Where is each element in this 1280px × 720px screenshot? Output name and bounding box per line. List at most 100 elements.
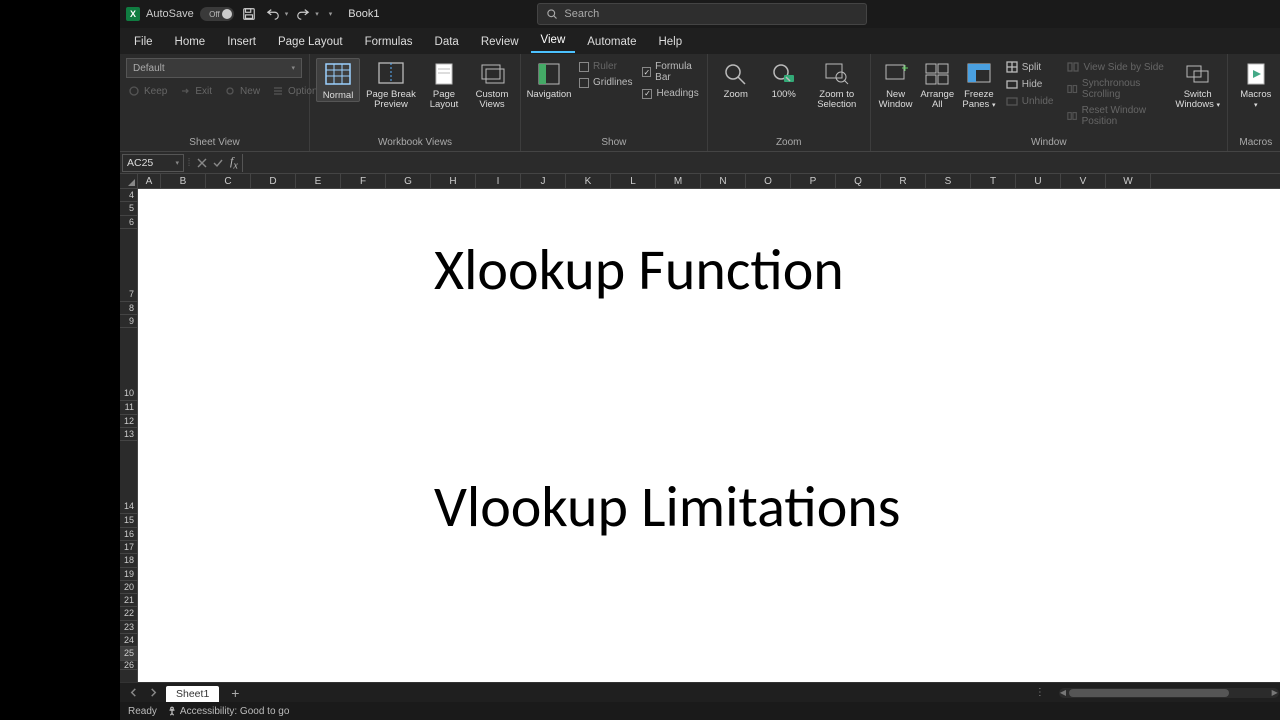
keep-button[interactable]: Keep	[126, 84, 169, 98]
menu-automate[interactable]: Automate	[577, 32, 646, 53]
col-header-W[interactable]: W	[1106, 174, 1151, 188]
save-icon[interactable]	[240, 5, 258, 23]
redo-icon[interactable]	[294, 5, 312, 23]
col-header-P[interactable]: P	[791, 174, 836, 188]
menu-formulas[interactable]: Formulas	[355, 32, 423, 53]
column-headers[interactable]: ABCDEFGHIJKLMNOPQRSTUVW	[138, 174, 1280, 189]
fx-icon[interactable]: fx	[230, 154, 238, 171]
row-header-19[interactable]: 19	[120, 568, 137, 581]
row-header-8[interactable]: 8	[120, 302, 137, 315]
page-break-preview-button[interactable]: Page Break Preview	[364, 58, 418, 111]
menu-file[interactable]: File	[124, 32, 163, 53]
col-header-G[interactable]: G	[386, 174, 431, 188]
col-header-B[interactable]: B	[161, 174, 206, 188]
navigation-button[interactable]: Navigation	[527, 58, 571, 100]
page-layout-button[interactable]: Page Layout	[422, 58, 466, 111]
normal-view-button[interactable]: Normal	[316, 58, 360, 102]
ruler-checkbox[interactable]: Ruler	[577, 60, 634, 73]
col-header-T[interactable]: T	[971, 174, 1016, 188]
col-header-Q[interactable]: Q	[836, 174, 881, 188]
menu-page-layout[interactable]: Page Layout	[268, 32, 353, 53]
tab-scroll-left-icon[interactable]	[126, 686, 140, 700]
scrollbar-thumb[interactable]	[1069, 689, 1229, 697]
row-header-22[interactable]: 22	[120, 607, 137, 620]
tab-scroll-right-icon[interactable]	[146, 686, 160, 700]
row-header-18[interactable]: 18	[120, 554, 137, 567]
arrange-all-button[interactable]: Arrange All	[918, 58, 956, 111]
enter-formula-icon[interactable]	[210, 155, 226, 171]
row-header-23[interactable]: 23	[120, 621, 137, 634]
switch-windows-button[interactable]: Switch Windows ▾	[1175, 58, 1221, 111]
menu-review[interactable]: Review	[471, 32, 529, 53]
menu-data[interactable]: Data	[425, 32, 469, 53]
custom-views-button[interactable]: Custom Views	[470, 58, 514, 111]
split-button[interactable]: Split	[1004, 60, 1056, 74]
exit-button[interactable]: Exit	[177, 84, 214, 98]
row-header-5[interactable]: 5	[120, 202, 137, 215]
row-header-15[interactable]: 15	[120, 514, 137, 527]
sync-scrolling-button[interactable]: Synchronous Scrolling	[1065, 77, 1170, 101]
row-header-9[interactable]: 9	[120, 315, 137, 328]
row-header-10[interactable]: 10	[120, 328, 137, 401]
zoom-100-button[interactable]: 100%	[762, 58, 806, 100]
row-header-14[interactable]: 14	[120, 441, 137, 514]
add-sheet-button[interactable]: +	[225, 685, 245, 701]
row-headers[interactable]: 4567891011121314151617181920212223242526	[120, 189, 138, 682]
col-header-I[interactable]: I	[476, 174, 521, 188]
menu-view[interactable]: View	[531, 30, 576, 53]
sheet-tab-active[interactable]: Sheet1	[166, 686, 219, 702]
col-header-L[interactable]: L	[611, 174, 656, 188]
tab-options-icon[interactable]: ⋮	[1035, 687, 1047, 698]
row-header-6[interactable]: 6	[120, 216, 137, 229]
cancel-formula-icon[interactable]	[194, 155, 210, 171]
col-header-H[interactable]: H	[431, 174, 476, 188]
col-header-E[interactable]: E	[296, 174, 341, 188]
qat-customize-icon[interactable]: ▾	[329, 10, 333, 18]
row-header-16[interactable]: 16	[120, 528, 137, 541]
col-header-F[interactable]: F	[341, 174, 386, 188]
col-header-V[interactable]: V	[1061, 174, 1106, 188]
zoom-to-selection-button[interactable]: Zoom to Selection	[810, 58, 864, 111]
hide-button[interactable]: Hide	[1004, 77, 1056, 91]
row-header-20[interactable]: 20	[120, 581, 137, 594]
row-header-4[interactable]: 4	[120, 189, 137, 202]
row-header-13[interactable]: 13	[120, 428, 137, 441]
reset-window-position-button[interactable]: Reset Window Position	[1065, 104, 1170, 128]
menu-help[interactable]: Help	[648, 32, 692, 53]
col-header-M[interactable]: M	[656, 174, 701, 188]
col-header-R[interactable]: R	[881, 174, 926, 188]
gridlines-checkbox[interactable]: Gridlines	[577, 76, 634, 89]
col-header-K[interactable]: K	[566, 174, 611, 188]
macros-button[interactable]: Macros▾	[1234, 58, 1278, 111]
col-header-D[interactable]: D	[251, 174, 296, 188]
sheet-view-dropdown[interactable]: Default▾	[126, 58, 302, 78]
accessibility-status[interactable]: Accessibility: Good to go	[167, 706, 290, 717]
row-header-12[interactable]: 12	[120, 415, 137, 428]
unhide-button[interactable]: Unhide	[1004, 94, 1056, 108]
row-header-25[interactable]: 25	[120, 647, 137, 660]
col-header-N[interactable]: N	[701, 174, 746, 188]
cell-grid[interactable]: Xlookup Function Vlookup Limitations	[138, 189, 1280, 682]
worksheet-area[interactable]: ABCDEFGHIJKLMNOPQRSTUVW 4567891011121314…	[120, 174, 1280, 682]
row-header-17[interactable]: 17	[120, 541, 137, 554]
formula-bar-checkbox[interactable]: Formula Bar	[640, 60, 700, 84]
col-header-S[interactable]: S	[926, 174, 971, 188]
name-box[interactable]: AC25▾	[122, 154, 184, 172]
col-header-A[interactable]: A	[138, 174, 161, 188]
search-box[interactable]: Search	[537, 3, 867, 25]
select-all-corner[interactable]	[120, 174, 138, 189]
undo-dropdown-icon[interactable]: ▾	[285, 10, 289, 18]
col-header-O[interactable]: O	[746, 174, 791, 188]
row-header-26[interactable]: 26	[120, 661, 137, 670]
menu-home[interactable]: Home	[165, 32, 216, 53]
new-window-button[interactable]: New Window	[877, 58, 915, 111]
headings-checkbox[interactable]: Headings	[640, 87, 700, 100]
row-header-24[interactable]: 24	[120, 634, 137, 647]
zoom-button[interactable]: Zoom	[714, 58, 758, 100]
menu-insert[interactable]: Insert	[217, 32, 266, 53]
formula-input[interactable]	[242, 154, 1280, 172]
col-header-J[interactable]: J	[521, 174, 566, 188]
new-view-button[interactable]: New	[222, 84, 262, 98]
undo-icon[interactable]	[264, 5, 282, 23]
redo-dropdown-icon[interactable]: ▾	[315, 10, 319, 18]
